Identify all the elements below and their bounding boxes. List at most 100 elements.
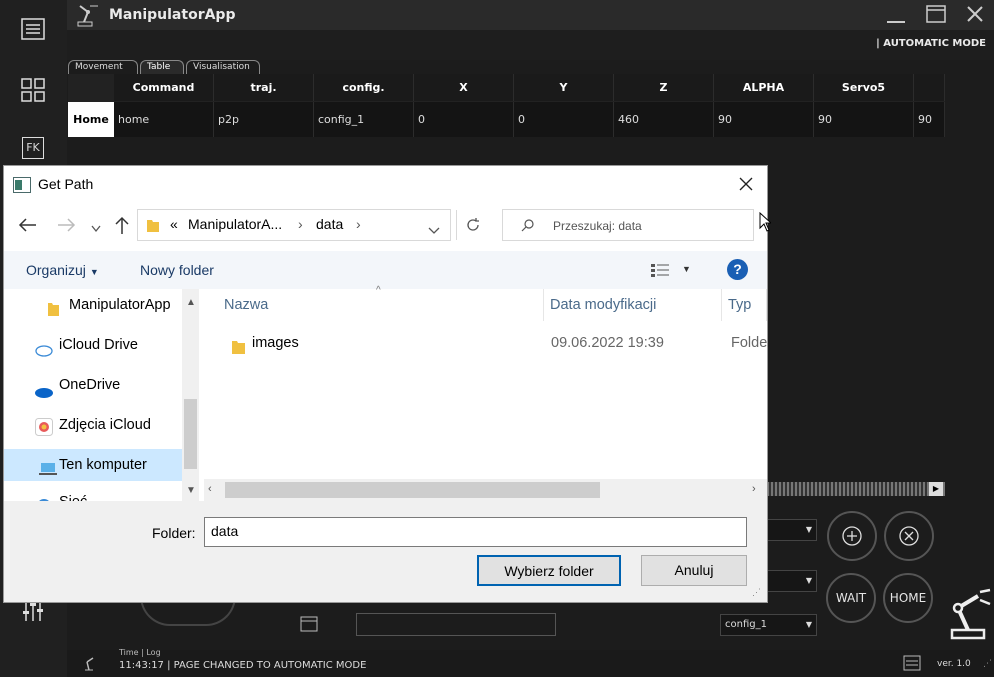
recent-dropdown-icon[interactable] xyxy=(91,220,101,238)
list-item[interactable]: images 09.06.2022 19:39 Folde xyxy=(218,327,767,359)
dialog-resize-grip-icon[interactable]: ⋰ xyxy=(752,587,761,598)
tab-movement[interactable]: Movement xyxy=(68,60,138,74)
breadcrumb-separator-icon[interactable]: › xyxy=(356,216,361,232)
organize-button[interactable]: Organizuj ▼ xyxy=(26,262,99,278)
table-header[interactable]: Y xyxy=(514,74,614,101)
search-placeholder: Przeszukaj: data xyxy=(553,219,642,233)
column-header-type[interactable]: Typ xyxy=(722,289,767,321)
back-icon[interactable] xyxy=(18,218,38,237)
scroll-thumb[interactable] xyxy=(225,482,600,498)
command-table: Command traj. config. X Y Z ALPHA Servo5… xyxy=(68,74,945,137)
table-header[interactable]: Command xyxy=(114,74,214,101)
minimize-icon[interactable] xyxy=(887,8,905,28)
breadcrumb-item[interactable]: data xyxy=(316,216,343,232)
tree-item-manipulatorapp[interactable]: ManipulatorApp xyxy=(4,289,182,321)
breadcrumb-separator-icon[interactable]: › xyxy=(298,216,303,232)
table-horizontal-scrollbar[interactable] xyxy=(767,482,945,496)
address-bar[interactable]: « ManipulatorA... › data › xyxy=(137,209,479,241)
wait-button[interactable]: WAIT xyxy=(826,573,876,623)
select-folder-button[interactable]: Wybierz folder xyxy=(477,555,621,586)
help-icon[interactable]: ? xyxy=(727,259,748,280)
cancel-button[interactable]: Anuluj xyxy=(641,555,747,586)
close-app-icon[interactable] xyxy=(967,6,983,26)
robot-arm-icon xyxy=(944,588,994,644)
table-cell[interactable]: 460 xyxy=(614,102,714,137)
app-title: ManipulatorApp xyxy=(109,7,236,23)
home-button[interactable]: HOME xyxy=(883,573,933,623)
folder-icon xyxy=(146,217,160,236)
table-cell[interactable]: 90 xyxy=(914,102,945,137)
file-type: Folde xyxy=(731,335,768,351)
table-cell[interactable]: 90 xyxy=(814,102,914,137)
breadcrumb-overflow[interactable]: « xyxy=(170,216,178,232)
resize-grip-icon[interactable]: ⋰ xyxy=(983,659,992,669)
search-box[interactable]: Przeszukaj: data xyxy=(502,209,754,241)
file-list: ^ Nazwa Data modyfikacji Typ images 09.0… xyxy=(218,285,767,479)
tree-item-network[interactable]: Sieć xyxy=(4,486,182,501)
tree-item-this-pc[interactable]: Ten komputer xyxy=(4,449,182,481)
table-header[interactable]: X xyxy=(414,74,514,101)
table-cell[interactable]: 0 xyxy=(514,102,614,137)
photos-icon xyxy=(35,416,53,448)
folder-input[interactable]: data xyxy=(204,517,747,547)
folder-icon xyxy=(48,297,60,329)
up-icon[interactable] xyxy=(115,216,129,239)
folder-icon xyxy=(232,335,246,367)
cursor-icon xyxy=(759,211,773,236)
log-header: Time | Log xyxy=(119,648,161,657)
scroll-left-icon[interactable]: ‹ xyxy=(208,483,212,495)
computer-icon xyxy=(38,457,58,489)
fk-icon[interactable]: FK xyxy=(22,137,44,159)
table-cell[interactable]: home xyxy=(114,102,214,137)
tree-vertical-scrollbar[interactable]: ▲ ▼ xyxy=(182,289,199,501)
tree-item-onedrive[interactable]: OneDrive xyxy=(4,369,182,401)
file-list-horizontal-scrollbar[interactable]: ‹ › xyxy=(204,479,767,501)
robot-status-icon xyxy=(81,656,97,675)
table-header[interactable]: traj. xyxy=(214,74,314,101)
view-dropdown-icon[interactable]: ▼ xyxy=(682,264,691,274)
dialog-close-icon[interactable] xyxy=(738,176,754,197)
menu-icon[interactable] xyxy=(20,16,46,42)
table-row-header[interactable]: Home xyxy=(68,102,114,137)
table-header[interactable]: Servo5 xyxy=(814,74,914,101)
network-icon xyxy=(34,492,54,501)
dialog-title: Get Path xyxy=(38,176,94,192)
tree-item-icloud-drive[interactable]: iCloud Drive xyxy=(4,329,182,361)
command-input[interactable] xyxy=(356,613,556,636)
table-cell[interactable]: 90 xyxy=(714,102,814,137)
scroll-right-icon[interactable]: › xyxy=(752,483,756,495)
scroll-thumb[interactable] xyxy=(184,399,197,469)
table-header[interactable]: ALPHA xyxy=(714,74,814,101)
tab-table[interactable]: Table xyxy=(140,60,184,74)
table-header[interactable]: Z xyxy=(614,74,714,101)
maximize-icon[interactable] xyxy=(926,5,946,27)
refresh-icon[interactable] xyxy=(465,217,481,236)
forward-icon[interactable] xyxy=(56,218,76,237)
window-icon[interactable] xyxy=(300,616,318,636)
column-header-name[interactable]: Nazwa xyxy=(218,289,544,321)
table-cell[interactable]: p2p xyxy=(214,102,314,137)
scroll-down-icon[interactable]: ▼ xyxy=(186,485,196,496)
table-header[interactable] xyxy=(914,74,945,101)
column-header-date[interactable]: Data modyfikacji xyxy=(544,289,722,321)
breadcrumb-item[interactable]: ManipulatorA... xyxy=(188,216,282,232)
new-folder-button[interactable]: Nowy folder xyxy=(140,262,214,278)
table-cell[interactable]: 0 xyxy=(414,102,514,137)
view-options-icon[interactable] xyxy=(650,263,670,282)
address-dropdown-icon[interactable] xyxy=(428,222,440,238)
table-header[interactable]: config. xyxy=(314,74,414,101)
mode-bar xyxy=(67,30,994,60)
add-button[interactable] xyxy=(827,511,877,561)
navigation-bar: « ManipulatorA... › data › Przeszukaj: d… xyxy=(4,206,767,248)
keyboard-icon[interactable] xyxy=(903,655,921,674)
config-combo[interactable]: config_1 ▼ xyxy=(720,614,817,636)
icloud-icon xyxy=(34,337,54,369)
tree-item-icloud-photos[interactable]: Zdjęcia iCloud xyxy=(4,409,182,441)
tab-visualisation[interactable]: Visualisation xyxy=(186,60,260,74)
cancel-command-button[interactable] xyxy=(884,511,934,561)
scroll-right-icon[interactable]: ▶ xyxy=(929,482,943,496)
scroll-up-icon[interactable]: ▲ xyxy=(186,297,196,308)
table-cell[interactable]: config_1 xyxy=(314,102,414,137)
grid-icon[interactable] xyxy=(20,77,46,103)
version-label: ver. 1.0 xyxy=(937,659,971,669)
